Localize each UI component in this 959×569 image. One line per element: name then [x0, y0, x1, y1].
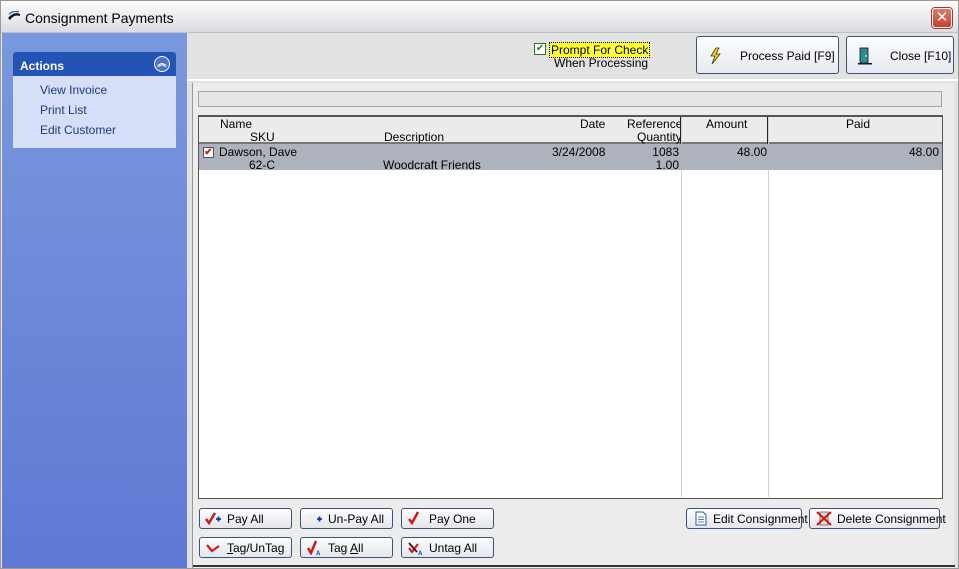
tag-all-mnemonic: A: [350, 541, 359, 555]
tag-all-button[interactable]: A Tag All: [300, 537, 393, 558]
consignment-grid: Name SKU Description Date Reference Quan…: [198, 115, 943, 499]
edit-consignment-button[interactable]: Edit Consignment: [686, 508, 808, 529]
action-view-invoice[interactable]: View Invoice: [40, 83, 176, 103]
delete-x-icon: [816, 511, 832, 526]
uncheck-all-icon: A: [408, 542, 423, 555]
prompt-for-check-checkbox[interactable]: ✔: [534, 43, 546, 55]
row-date: 3/24/2008: [552, 145, 606, 159]
tag-all-label-prefix: Tag: [328, 541, 351, 555]
close-f10-button[interactable]: Close [F10]: [846, 36, 954, 74]
sidebar: Actions ︽ View Invoice Print List Edit C…: [2, 33, 187, 568]
process-paid-label: Process Paid [F9]: [740, 49, 835, 63]
row-amount: 48.00: [736, 145, 767, 159]
header-quantity[interactable]: Quantity: [637, 130, 682, 144]
actions-panel-title: Actions: [20, 59, 65, 73]
consignment-payments-window: Consignment Payments ✕ Actions ︽ View In…: [0, 0, 959, 569]
row-sku: 62-C: [249, 158, 276, 172]
check-plus-icon: [205, 512, 221, 526]
pay-one-label: Pay One: [429, 512, 476, 526]
column-divider: [681, 117, 682, 497]
unpay-all-button[interactable]: Un-Pay All: [300, 508, 393, 529]
main-area: ✔ Prompt For Check When Processing Proce…: [187, 33, 958, 568]
action-edit-customer[interactable]: Edit Customer: [40, 123, 176, 143]
svg-text:A: A: [418, 551, 423, 555]
tag-untag-label: Tag/UnTag: [227, 541, 284, 555]
window-title: Consignment Payments: [25, 10, 174, 26]
title-bar: Consignment Payments ✕: [1, 1, 958, 33]
row-description: Woodcraft Friends: [383, 158, 481, 172]
close-x-icon: ✕: [935, 9, 949, 26]
toolbar: ✔ Prompt For Check When Processing Proce…: [187, 33, 958, 81]
actions-panel: Actions ︽ View Invoice Print List Edit C…: [13, 52, 176, 148]
content-panel: Name SKU Description Date Reference Quan…: [192, 83, 955, 568]
tag-all-label-rest: ll: [358, 541, 364, 555]
delete-consignment-button[interactable]: Delete Consignment: [809, 508, 946, 529]
window-close-button[interactable]: ✕: [932, 8, 952, 28]
check-all-icon: A: [306, 540, 321, 555]
table-row[interactable]: ✔ Dawson, Dave 62-C Woodcraft Friends 3/…: [199, 144, 942, 172]
row-paid: 48.00: [908, 145, 939, 159]
header-reference[interactable]: Reference: [627, 117, 682, 131]
exit-door-icon: [858, 47, 872, 65]
header-description[interactable]: Description: [384, 130, 444, 144]
plus-icon: [307, 515, 322, 524]
header-paid[interactable]: Paid: [846, 117, 870, 131]
action-print-list[interactable]: Print List: [40, 103, 176, 123]
row-reference: 1083: [652, 145, 679, 159]
document-icon: [695, 511, 707, 526]
lightning-bolt-icon: [710, 47, 721, 65]
checkmark-icon: [408, 511, 420, 526]
tag-untag-button[interactable]: Tag/UnTag: [199, 537, 292, 558]
tag-check-icon: [206, 544, 220, 553]
delete-consignment-label: Delete Consignment: [837, 512, 946, 526]
double-chevron-up-icon[interactable]: ︽: [154, 56, 170, 72]
process-paid-button[interactable]: Process Paid [F9]: [696, 36, 839, 74]
bottom-divider: [193, 565, 955, 567]
app-logo-icon: [8, 11, 20, 20]
header-sku[interactable]: SKU: [250, 130, 275, 144]
tag-untag-label-rest: ag/UnTag: [233, 541, 285, 555]
header-date[interactable]: Date: [580, 117, 605, 131]
pay-one-button[interactable]: Pay One: [401, 508, 494, 529]
edit-consignment-label: Edit Consignment: [713, 512, 808, 526]
row-quantity: 1.00: [655, 158, 679, 172]
untag-all-label: Untag All: [429, 541, 478, 555]
pay-all-label: Pay All: [227, 512, 264, 526]
row-tag-checkbox[interactable]: ✔: [203, 147, 214, 158]
tag-all-label: Tag All: [328, 541, 363, 555]
actions-panel-header[interactable]: Actions ︽: [13, 52, 176, 76]
filter-bar: [198, 91, 942, 107]
row-name: Dawson, Dave: [219, 145, 298, 159]
svg-text:A: A: [316, 551, 321, 555]
column-divider: [768, 117, 769, 497]
close-f10-label: Close [F10]: [890, 49, 952, 63]
actions-list: View Invoice Print List Edit Customer: [13, 76, 176, 143]
untag-all-button[interactable]: A Untag All: [401, 537, 494, 558]
header-name[interactable]: Name: [220, 117, 252, 131]
when-processing-label: When Processing: [554, 56, 649, 70]
pay-all-button[interactable]: Pay All: [199, 508, 292, 529]
unpay-all-label: Un-Pay All: [328, 512, 385, 526]
header-amount[interactable]: Amount: [706, 117, 747, 131]
grid-header: Name SKU Description Date Reference Quan…: [199, 117, 942, 144]
